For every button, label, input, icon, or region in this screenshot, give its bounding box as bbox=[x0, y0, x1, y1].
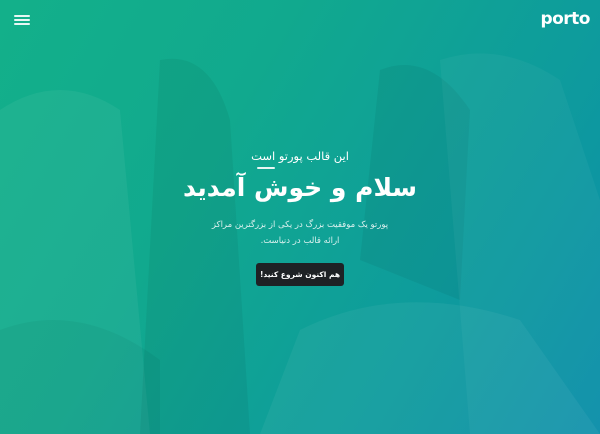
hero-description-line-2: ارائه قالب در دنیاست. bbox=[260, 236, 340, 246]
hero-section: porto این قالب پورتو است سلام و خوش آمدی… bbox=[0, 0, 600, 434]
start-now-button[interactable]: هم اکنون شروع کنید! bbox=[256, 263, 344, 286]
subtitle-underline-decoration bbox=[257, 167, 275, 169]
hero-subtitle: این قالب پورتو است bbox=[251, 149, 349, 163]
hero-description-line-1: پورتو یک موفقیت بزرگ در یکی از بزرگترین … bbox=[211, 220, 389, 230]
hero-content: این قالب پورتو است سلام و خوش آمدید پورت… bbox=[0, 0, 600, 434]
hero-title: سلام و خوش آمدید bbox=[182, 173, 418, 202]
